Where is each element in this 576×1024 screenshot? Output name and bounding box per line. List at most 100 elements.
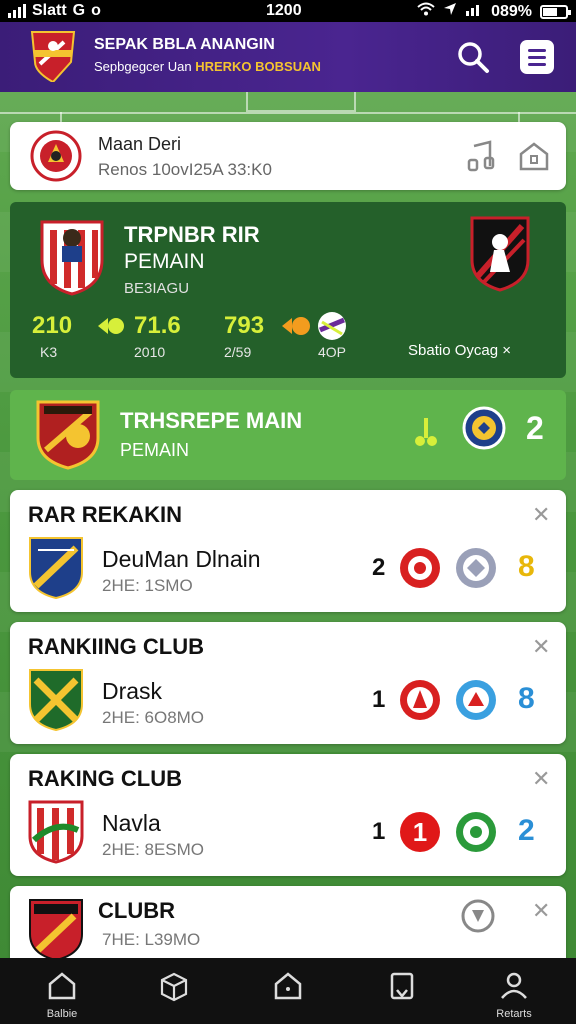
app-logo-icon: [30, 31, 76, 82]
club-crest-icon: [29, 899, 83, 962]
club-info: 2HE: 6O8MO: [102, 708, 205, 727]
close-icon[interactable]: ✕: [532, 636, 550, 658]
stat-label: 4OP: [318, 344, 347, 360]
whistle-icon: [98, 318, 124, 334]
match-info: Renos 10ovI25A 33:K0: [98, 160, 272, 179]
stat-label: 2/59: [224, 344, 252, 360]
stat-value: 210: [32, 312, 73, 339]
feature-title: TRPNBR RIR: [124, 222, 260, 247]
ranking-card[interactable]: RAKING CLUB ✕ Navla 2HE: 8ESMO 1 1 2: [10, 754, 566, 876]
banner-title: TRHSREPE MAIN: [120, 408, 303, 433]
club-score: 1: [372, 818, 386, 845]
transfer-feature-card[interactable]: TRPNBR RIR PEMAIN BE3IAGU 210 K3 71.6 20…: [10, 202, 566, 378]
cellular-icon: [465, 2, 483, 21]
team-badge-icon: [456, 812, 496, 852]
feature-footer[interactable]: Sbatio Oycag ×: [408, 342, 511, 359]
nav-label: Balbie: [46, 1008, 78, 1020]
club-name: Drask: [102, 678, 163, 704]
ranking-heading: RAR REKAKIN: [28, 502, 182, 527]
app-header: SEPAK BBLA ANANGIN Sepbgegcer Uan HRERKO…: [0, 22, 576, 92]
app-title: SEPAK BBLA ANANGIN: [94, 36, 275, 53]
team-badge-icon: [456, 680, 496, 720]
club-info: 2HE: 8ESMO: [102, 840, 205, 859]
wifi-icon: [417, 2, 435, 21]
music-icon[interactable]: [466, 140, 496, 172]
team-badge-icon: [400, 548, 440, 588]
ranking-card[interactable]: CLUBR 7HE: L39MO ✕: [10, 886, 566, 966]
club-points: 2: [518, 814, 535, 847]
team-badge-icon: [400, 680, 440, 720]
stat-label: 2010: [134, 344, 166, 360]
close-icon[interactable]: ✕: [532, 900, 550, 922]
app-badge: G: [72, 2, 86, 19]
stat-label: K3: [40, 344, 58, 360]
match-card[interactable]: Maan Deri Renos 10ovI25A 33:K0: [10, 122, 566, 190]
whistle-orange-icon: [282, 317, 310, 335]
svg-text:1: 1: [413, 817, 427, 847]
status-bar: Slatt G o 1200 089%: [0, 0, 576, 22]
stat-value: 793: [224, 312, 265, 339]
nav-item-profile[interactable]: Retarts: [482, 966, 546, 1020]
club-crest-icon: [36, 400, 100, 470]
nav-label: Retarts: [496, 1008, 532, 1020]
nav-item-home[interactable]: Balbie: [30, 966, 94, 1020]
ranking-card[interactable]: RANKIING CLUB ✕ Drask 2HE: 6O8MO 1 8: [10, 622, 566, 744]
subtitle-highlight: HRERKO BOBSUAN: [195, 59, 321, 74]
cube-icon: [160, 972, 188, 1002]
soccer-ball-icon: [461, 899, 495, 933]
club-crest-icon: [40, 220, 104, 296]
bottom-navigation: Balbie Retarts: [0, 958, 576, 1024]
team-badge-icon: [456, 548, 496, 588]
close-icon[interactable]: ✕: [532, 768, 550, 790]
person-icon: [501, 972, 527, 999]
ranking-heading: RANKIING CLUB: [28, 634, 204, 659]
close-icon[interactable]: ✕: [532, 504, 550, 526]
location-icon: [443, 2, 457, 21]
status-dot: o: [91, 2, 101, 19]
ball-icon: [318, 312, 346, 340]
club-crest-icon: [29, 537, 83, 600]
nav-item-clipboard[interactable]: [370, 966, 434, 1020]
team-badge-icon: 1: [400, 812, 440, 852]
match-name: Maan Deri: [98, 134, 182, 154]
club-name: DeuMan Dlnain: [102, 546, 261, 572]
opponent-crest-icon: [470, 216, 530, 292]
banner-subtitle: PEMAIN: [120, 440, 190, 460]
feature-subtitle: PEMAIN: [124, 250, 205, 273]
transfer-banner[interactable]: TRHSREPE MAIN PEMAIN 2: [10, 390, 566, 480]
clock: 1200: [266, 2, 302, 19]
club-info: 7HE: L39MO: [102, 930, 201, 949]
club-points: 8: [518, 682, 535, 715]
home-icon: [48, 972, 76, 1000]
house-alt-icon: [274, 972, 302, 1000]
club-info: 2HE: 1SMO: [102, 576, 193, 595]
banner-count: 2: [526, 410, 544, 446]
club-badge-icon: [30, 130, 82, 182]
nav-item-cube[interactable]: [142, 966, 206, 1020]
club-crest-icon: [28, 800, 84, 864]
feature-caption: BE3IAGU: [124, 280, 190, 297]
club-score: 2: [372, 554, 386, 581]
club-ball-icon: [462, 406, 506, 450]
club-points: 8: [518, 550, 535, 583]
clipboard-icon: [390, 972, 414, 1000]
search-icon[interactable]: [456, 40, 490, 74]
menu-button[interactable]: [520, 40, 554, 74]
battery-percent: 089%: [491, 2, 532, 20]
app-subtitle: Sepbgegcer Uan HRERKO BOBSUAN: [94, 59, 321, 74]
ranking-heading: RAKING CLUB: [28, 766, 182, 791]
menu-icon: [528, 49, 546, 52]
signal-icon: [8, 4, 26, 18]
club-score: 1: [372, 686, 386, 713]
club-name: Navla: [102, 810, 161, 836]
stat-value: 71.6: [134, 312, 181, 339]
ranking-heading: CLUBR: [98, 898, 175, 923]
home-outline-icon[interactable]: [518, 140, 550, 172]
battery-icon: [540, 4, 571, 19]
subtitle-prefix: Sepbgegcer Uan: [94, 59, 192, 74]
ranking-card[interactable]: RAR REKAKIN ✕ DeuMan Dlnain 2HE: 1SMO 2 …: [10, 490, 566, 612]
nav-item-house[interactable]: [256, 966, 320, 1020]
pin-icon: [415, 418, 437, 446]
club-crest-icon: [29, 669, 83, 732]
carrier-name: Slatt: [32, 2, 67, 19]
